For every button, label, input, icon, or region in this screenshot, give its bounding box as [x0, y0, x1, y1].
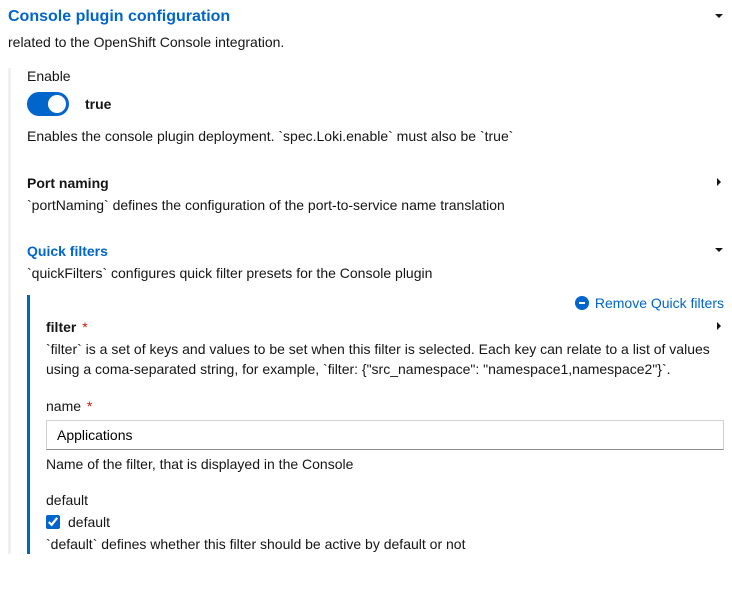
default-group-label: default [46, 492, 724, 508]
enable-toggle[interactable] [27, 92, 69, 116]
minus-circle-icon [575, 296, 589, 310]
console-plugin-config-header[interactable]: Console plugin configuration [8, 8, 724, 26]
default-checkbox-label: default [68, 514, 110, 530]
quick-filters-desc: `quickFilters` configures quick filter p… [27, 263, 724, 283]
required-star-icon: * [87, 398, 92, 414]
enable-helper: Enables the console plugin deployment. `… [27, 126, 724, 146]
default-checkbox[interactable] [46, 515, 60, 529]
required-star-icon: * [82, 319, 87, 335]
chevron-down-icon [714, 244, 724, 258]
name-input[interactable] [46, 420, 724, 450]
chevron-right-icon [714, 176, 724, 190]
toggle-knob [48, 95, 66, 113]
port-naming-title: Port naming [27, 175, 109, 191]
filter-header[interactable]: filter * [46, 319, 724, 335]
quick-filters-title: Quick filters [27, 243, 108, 259]
port-naming-header[interactable]: Port naming [27, 175, 724, 191]
name-helper: Name of the filter, that is displayed in… [46, 454, 724, 474]
remove-quick-filters-label: Remove Quick filters [595, 295, 724, 311]
remove-quick-filters-button[interactable]: Remove Quick filters [575, 295, 724, 311]
name-label: name [46, 398, 81, 414]
default-helper: `default` defines whether this filter sh… [46, 534, 724, 554]
console-plugin-config-desc: related to the OpenShift Console integra… [8, 32, 724, 52]
port-naming-desc: `portNaming` defines the configuration o… [27, 195, 724, 215]
enable-value-label: true [85, 96, 111, 112]
filter-desc: `filter` is a set of keys and values to … [46, 339, 724, 380]
enable-label: Enable [27, 68, 724, 84]
chevron-down-icon [714, 10, 724, 24]
quick-filters-header[interactable]: Quick filters [27, 243, 724, 259]
chevron-right-icon [714, 320, 724, 334]
filter-title: filter [46, 319, 76, 335]
console-plugin-config-title: Console plugin configuration [8, 8, 230, 26]
